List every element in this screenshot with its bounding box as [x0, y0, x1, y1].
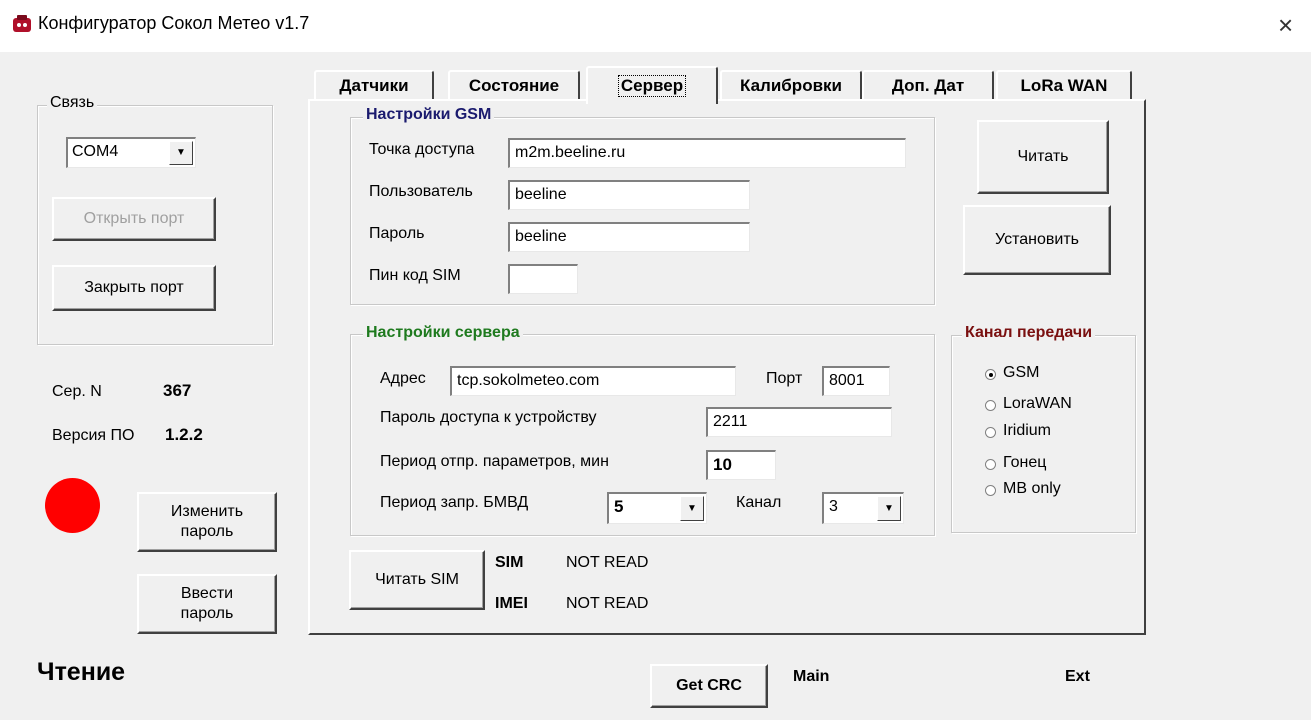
user-label: Пользователь — [369, 183, 473, 200]
enter-password-label: Ввести пароль — [180, 585, 234, 622]
server-settings-title: Настройки сервера — [363, 324, 523, 342]
imei-value: NOT READ — [566, 595, 649, 612]
radio-button[interactable] — [985, 427, 996, 438]
tab-lora-wan[interactable]: LoRa WAN — [996, 70, 1132, 100]
tab-sensors[interactable]: Датчики — [314, 70, 434, 100]
radio-button[interactable] — [985, 369, 996, 380]
serial-label: Сер. N — [52, 383, 102, 400]
set-button[interactable]: Установить — [963, 205, 1111, 275]
sim-value: NOT READ — [566, 554, 649, 571]
radio-label: MB only — [1003, 480, 1061, 497]
change-password-label: Изменить пароль — [170, 503, 244, 540]
tab-lora-wan-label: LoRa WAN — [1020, 76, 1108, 95]
ext-crc-label: Ext — [1065, 668, 1090, 685]
tab-server-label: Сервер — [617, 75, 687, 97]
port-select[interactable]: COM4 ▼ — [66, 137, 196, 168]
radio-button[interactable] — [985, 400, 996, 411]
tab-status[interactable]: Состояние — [448, 70, 580, 100]
app-icon — [13, 15, 31, 32]
bmvd-period-value: 5 — [614, 497, 624, 516]
bmvd-period-label: Период запр. БМВД — [380, 494, 529, 511]
pin-label: Пин код SIM — [369, 267, 461, 284]
tab-extra-sensors[interactable]: Доп. Дат — [862, 70, 994, 100]
send-period-input[interactable]: 10 — [706, 450, 776, 480]
radio-button[interactable] — [985, 459, 996, 470]
tab-server[interactable]: Сервер — [586, 66, 718, 104]
apn-input[interactable]: m2m.beeline.ru — [508, 138, 906, 168]
channel-select[interactable]: 3 ▼ — [822, 492, 904, 524]
chevron-down-icon[interactable]: ▼ — [680, 496, 704, 521]
send-period-label: Период отпр. параметров, мин — [380, 453, 609, 470]
main-crc-label: Main — [793, 668, 830, 685]
close-port-button[interactable]: Закрыть порт — [52, 265, 216, 311]
radio-label: Гонец — [1003, 454, 1047, 471]
access-password-input[interactable]: 2211 — [706, 407, 892, 437]
access-password-label: Пароль доступа к устройству — [380, 409, 597, 426]
serial-value: 367 — [163, 381, 192, 400]
port-select-value: COM4 — [72, 143, 119, 160]
firmware-value: 1.2.2 — [165, 425, 203, 444]
read-sim-button[interactable]: Читать SIM — [349, 550, 485, 610]
close-icon[interactable]: × — [1278, 10, 1293, 41]
chevron-down-icon[interactable]: ▼ — [877, 496, 901, 521]
address-label: Адрес — [380, 370, 426, 387]
imei-label: IMEI — [495, 595, 528, 612]
tab-calibrations[interactable]: Калибровки — [720, 70, 862, 100]
address-input[interactable]: tcp.sokolmeteo.com — [450, 366, 736, 396]
tab-status-label: Состояние — [468, 76, 560, 95]
firmware-label: Версия ПО — [52, 427, 135, 444]
tab-sensors-label: Датчики — [339, 76, 409, 95]
port-input[interactable]: 8001 — [822, 366, 890, 396]
read-button[interactable]: Читать — [977, 120, 1109, 194]
get-crc-button[interactable]: Get CRC — [650, 664, 768, 708]
status-indicator — [45, 478, 100, 533]
password-input[interactable]: beeline — [508, 222, 750, 252]
gsm-settings-title: Настройки GSM — [363, 106, 495, 124]
transmission-channel-title: Канал передачи — [962, 324, 1096, 342]
password-label: Пароль — [369, 225, 425, 242]
apn-label: Точка доступа — [369, 141, 475, 158]
status-text: Чтение — [37, 658, 126, 686]
radio-label: GSM — [1003, 364, 1040, 381]
sim-label: SIM — [495, 554, 524, 571]
connection-group-label: Связь — [47, 94, 98, 112]
radio-label: LoraWAN — [1003, 395, 1072, 412]
open-port-button[interactable]: Открыть порт — [52, 197, 216, 241]
channel-label: Канал — [736, 494, 782, 511]
port-label: Порт — [766, 370, 803, 387]
window-title: Конфигуратор Сокол Метео v1.7 — [38, 13, 310, 33]
radio-button[interactable] — [985, 485, 996, 496]
change-password-button[interactable]: Изменить пароль — [137, 492, 277, 552]
radio-label: Iridium — [1003, 422, 1052, 439]
chevron-down-icon[interactable]: ▼ — [169, 141, 193, 165]
channel-value: 3 — [829, 498, 838, 515]
tab-calibrations-label: Калибровки — [740, 76, 842, 95]
pin-input[interactable] — [508, 264, 578, 294]
enter-password-button[interactable]: Ввести пароль — [137, 574, 277, 634]
tab-extra-sensors-label: Доп. Дат — [891, 76, 965, 95]
user-input[interactable]: beeline — [508, 180, 750, 210]
bmvd-period-select[interactable]: 5 ▼ — [607, 492, 707, 524]
